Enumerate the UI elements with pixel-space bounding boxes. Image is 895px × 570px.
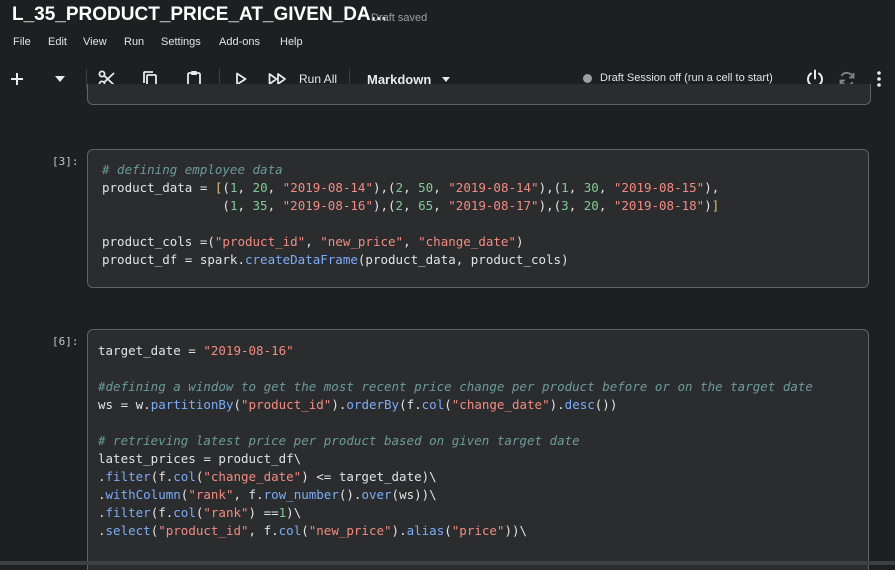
execution-count: [3]: [52, 155, 79, 168]
code-line: product_df = spark.createDataFrame(produ… [102, 252, 569, 267]
code-editor[interactable]: target_date = "2019-08-16" #defining a w… [98, 342, 868, 540]
title-bar: L_35_PRODUCT_PRICE_AT_GIVEN_DA... Draft … [0, 0, 895, 34]
execution-count: [6]: [52, 335, 79, 348]
code-cell[interactable]: target_date = "2019-08-16" #defining a w… [87, 329, 869, 570]
previous-cell[interactable] [87, 84, 871, 105]
plus-icon [11, 73, 23, 85]
code-line: #defining a window to get the most recen… [98, 379, 813, 394]
menu-bar: File Edit View Run Settings Add-ons Help [0, 34, 895, 52]
code-line: latest_prices = product_df\ [98, 451, 302, 466]
session-status: Draft Session off (run a cell to start) [600, 72, 773, 84]
more-options-button[interactable] [870, 60, 888, 98]
code-line: .filter(f.col("rank") ==1)\ [98, 505, 302, 520]
horizontal-scrollbar[interactable] [0, 561, 895, 565]
menu-add-ons[interactable]: Add-ons [219, 36, 260, 48]
menu-file[interactable]: File [13, 36, 31, 48]
code-line: product_data = [(1, 20, "2019-08-14"),(2… [102, 180, 720, 195]
menu-settings[interactable]: Settings [161, 36, 201, 48]
code-line: ws = w.partitionBy("product_id").orderBy… [98, 397, 618, 412]
code-line: # defining employee data [102, 162, 283, 177]
notebook-title[interactable]: L_35_PRODUCT_PRICE_AT_GIVEN_DA... [12, 4, 386, 26]
code-line: .select("product_id", f.col("new_price")… [98, 523, 528, 538]
menu-edit[interactable]: Edit [48, 36, 67, 48]
session-status-dot [583, 74, 592, 83]
code-line: target_date = "2019-08-16" [98, 343, 294, 358]
code-line: product_cols =("product_id", "new_price"… [102, 234, 524, 249]
code-line: .filter(f.col("change_date") <= target_d… [98, 469, 437, 484]
code-line: (1, 35, "2019-08-16"),(2, 65, "2019-08-1… [102, 198, 720, 213]
code-cell[interactable]: # defining employee data product_data = … [87, 149, 869, 288]
code-line: # retrieving latest price per product ba… [98, 433, 580, 448]
menu-run[interactable]: Run [124, 36, 144, 48]
code-line: .withColumn("rank", f.row_number().over(… [98, 487, 437, 502]
menu-help[interactable]: Help [280, 36, 303, 48]
save-status: Draft saved [371, 12, 428, 24]
more-vertical-icon [877, 71, 881, 87]
add-cell-button[interactable] [6, 60, 28, 98]
add-cell-dropdown[interactable] [50, 60, 70, 98]
menu-view[interactable]: View [83, 36, 107, 48]
caret-down-icon [442, 76, 451, 82]
code-editor[interactable]: # defining employee data product_data = … [102, 161, 868, 269]
caret-down-icon [55, 76, 65, 82]
